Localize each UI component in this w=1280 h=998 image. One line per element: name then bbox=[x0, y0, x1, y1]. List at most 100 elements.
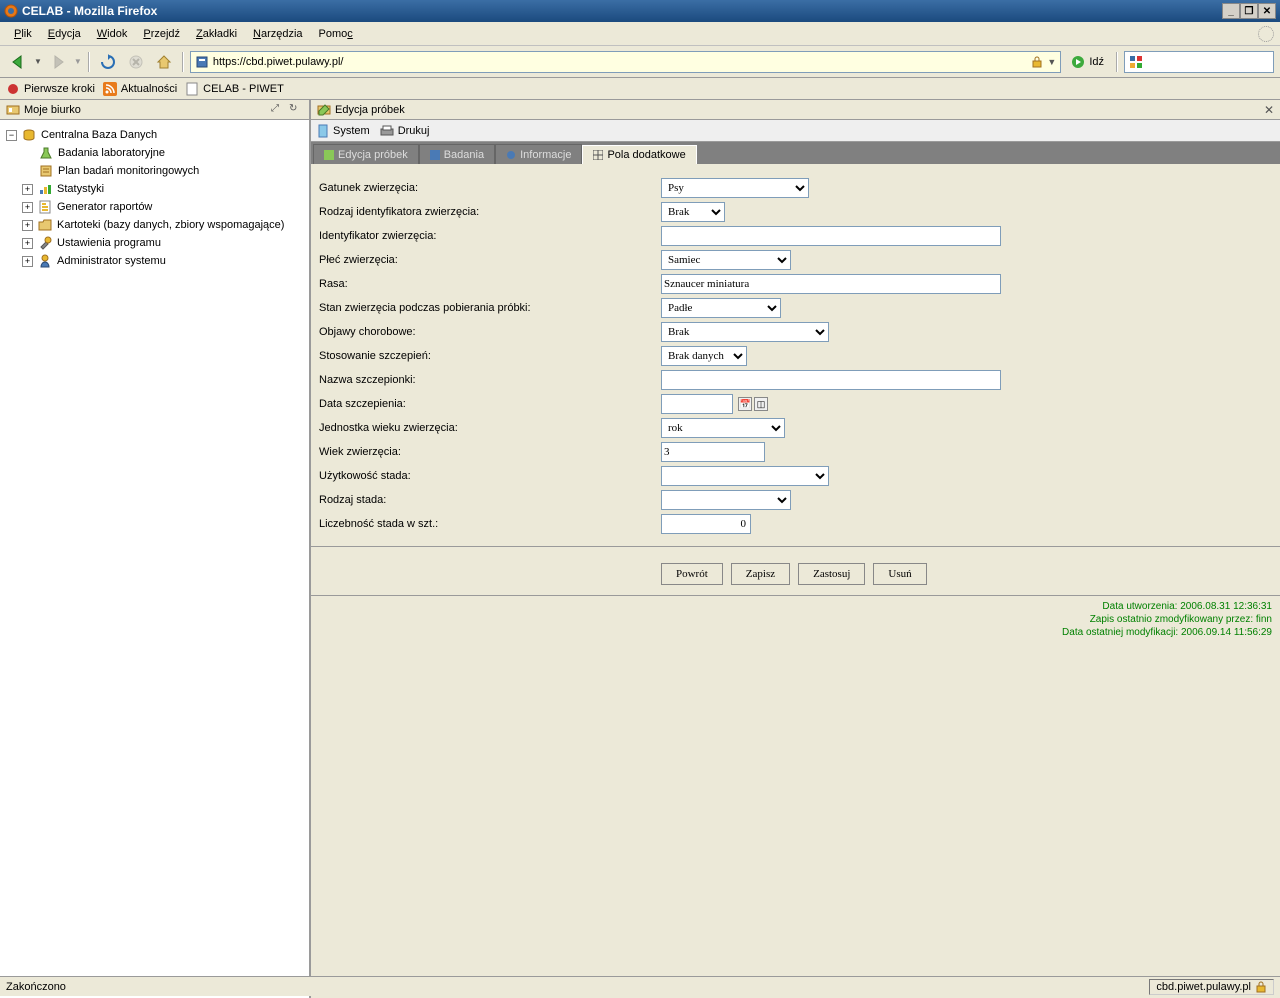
folder-icon bbox=[37, 217, 53, 233]
menu-bookmarks[interactable]: Zakładki bbox=[188, 26, 245, 42]
tree-plan[interactable]: Plan badań monitoringowych bbox=[38, 162, 303, 180]
desk-icon bbox=[6, 103, 20, 117]
search-box[interactable] bbox=[1124, 51, 1274, 73]
tree-badania[interactable]: Badania laboratoryjne bbox=[38, 144, 303, 162]
chart-icon bbox=[37, 181, 53, 197]
label-rodzaj-stada: Rodzaj stada: bbox=[315, 494, 661, 506]
close-window-button[interactable]: ✕ bbox=[1258, 3, 1276, 19]
print-icon bbox=[380, 125, 394, 137]
tree-admin[interactable]: + Administrator systemu bbox=[22, 252, 303, 270]
separator bbox=[311, 546, 1280, 547]
input-identyfikator[interactable] bbox=[661, 226, 1001, 246]
toolbar-print[interactable]: Drukuj bbox=[380, 125, 430, 137]
close-panel-button[interactable]: ✕ bbox=[1264, 103, 1274, 117]
select-szczepien[interactable]: Brak danych bbox=[661, 346, 747, 366]
status-bar: Zakończono cbd.piwet.pulawy.pl bbox=[0, 976, 1280, 996]
tab-edycja[interactable]: Edycja próbek bbox=[313, 144, 419, 164]
expand-icon[interactable]: + bbox=[22, 256, 33, 267]
tab-pola[interactable]: Pola dodatkowe bbox=[582, 145, 696, 165]
stop-button[interactable] bbox=[124, 50, 148, 74]
sidebar-toggle-icon[interactable]: ⤢ bbox=[271, 103, 285, 117]
maximize-button[interactable]: ❐ bbox=[1240, 3, 1258, 19]
menu-edit[interactable]: Edycja bbox=[40, 26, 89, 42]
url-bar[interactable]: ▼ bbox=[190, 51, 1061, 73]
menu-view[interactable]: Widok bbox=[89, 26, 136, 42]
select-rodzaj-stada[interactable] bbox=[661, 490, 791, 510]
expand-icon[interactable]: + bbox=[22, 238, 33, 249]
select-gatunek[interactable]: Psy bbox=[661, 178, 809, 198]
input-data-szcz[interactable] bbox=[661, 394, 733, 414]
toolbar-system[interactable]: System bbox=[317, 124, 370, 138]
calendar-icon[interactable]: ◫ bbox=[754, 397, 768, 411]
lock-icon bbox=[1255, 981, 1267, 993]
tab-badania[interactable]: Badania bbox=[419, 144, 495, 164]
report-icon bbox=[37, 199, 53, 215]
expand-icon[interactable]: + bbox=[22, 220, 33, 231]
sidebar-refresh-icon[interactable]: ↻ bbox=[289, 103, 303, 117]
meta-modified-by: Zapis ostatnio zmodyfikowany przez: finn bbox=[319, 613, 1272, 626]
tab-informacje[interactable]: Informacje bbox=[495, 144, 582, 164]
input-nazwa-szcz[interactable] bbox=[661, 370, 1001, 390]
edit-icon bbox=[317, 103, 331, 117]
back-dropdown[interactable]: ▼ bbox=[34, 57, 42, 66]
url-dropdown[interactable]: ▼ bbox=[1047, 57, 1056, 67]
select-objawy[interactable]: Brak bbox=[661, 322, 829, 342]
url-input[interactable] bbox=[213, 56, 1028, 68]
system-icon bbox=[317, 124, 329, 138]
menu-tools[interactable]: Narzędzia bbox=[245, 26, 311, 42]
collapse-icon[interactable]: − bbox=[6, 130, 17, 141]
content-header: Edycja próbek ✕ bbox=[311, 100, 1280, 120]
label-liczebnosc: Liczebność stada w szt.: bbox=[315, 518, 661, 530]
go-button[interactable]: Idź bbox=[1065, 55, 1110, 69]
tree-statystyki[interactable]: + Statystyki bbox=[22, 180, 303, 198]
forward-button[interactable] bbox=[46, 50, 70, 74]
tree-kartoteki[interactable]: + Kartoteki (bazy danych, zbiory wspomag… bbox=[22, 216, 303, 234]
input-wiek[interactable] bbox=[661, 442, 765, 462]
button-powrot[interactable]: Powrót bbox=[661, 563, 723, 585]
tab-bar: Edycja próbek Badania Informacje Pola do… bbox=[311, 142, 1280, 164]
calendar-popup-icon[interactable]: 📅 bbox=[738, 397, 752, 411]
tree-ustawienia[interactable]: + Ustawienia programu bbox=[22, 234, 303, 252]
label-data-szcz: Data szczepienia: bbox=[315, 398, 661, 410]
tree-generator[interactable]: + Generator raportów bbox=[22, 198, 303, 216]
menu-go[interactable]: Przejdź bbox=[135, 26, 188, 42]
select-jednostka[interactable]: rok bbox=[661, 418, 785, 438]
rss-icon bbox=[103, 82, 117, 96]
bookmark-news[interactable]: Aktualności bbox=[103, 82, 177, 96]
menu-file[interactable]: Plik bbox=[6, 26, 40, 42]
tree-root[interactable]: − Centralna Baza Danych bbox=[6, 126, 303, 144]
lock-icon bbox=[1031, 56, 1043, 68]
label-objawy: Objawy chorobowe: bbox=[315, 326, 661, 338]
expand-icon[interactable]: + bbox=[22, 184, 33, 195]
navigation-toolbar: ▼ ▼ ▼ Idź bbox=[0, 46, 1280, 78]
expand-icon[interactable]: + bbox=[22, 202, 33, 213]
label-identyfikator: Identyfikator zwierzęcia: bbox=[315, 230, 661, 242]
label-gatunek: Gatunek zwierzęcia: bbox=[315, 182, 661, 194]
input-rasa[interactable] bbox=[661, 274, 1001, 294]
select-rodzaj-id[interactable]: Brak bbox=[661, 202, 725, 222]
menu-bar: Plik Edycja Widok Przejdź Zakładki Narzę… bbox=[0, 22, 1280, 46]
button-usun[interactable]: Usuń bbox=[873, 563, 926, 585]
meta-info: Data utworzenia: 2006.08.31 12:36:31 Zap… bbox=[311, 595, 1280, 643]
back-button[interactable] bbox=[6, 50, 30, 74]
content-area: Edycja próbek ✕ System Drukuj Edycja pró… bbox=[311, 100, 1280, 998]
minimize-button[interactable]: _ bbox=[1222, 3, 1240, 19]
tab-icon bbox=[506, 150, 516, 160]
security-indicator[interactable]: cbd.piwet.pulawy.pl bbox=[1149, 979, 1274, 995]
bookmark-first-steps[interactable]: Pierwsze kroki bbox=[6, 82, 95, 96]
home-button[interactable] bbox=[152, 50, 176, 74]
bookmark-celab[interactable]: CELAB - PIWET bbox=[185, 82, 284, 96]
page-icon bbox=[185, 82, 199, 96]
input-liczebnosc[interactable] bbox=[661, 514, 751, 534]
button-zapisz[interactable]: Zapisz bbox=[731, 563, 790, 585]
select-stan[interactable]: Padłe bbox=[661, 298, 781, 318]
content-toolbar: System Drukuj bbox=[311, 120, 1280, 142]
firefox-icon bbox=[4, 4, 18, 18]
button-zastosuj[interactable]: Zastosuj bbox=[798, 563, 865, 585]
forward-dropdown[interactable]: ▼ bbox=[74, 57, 82, 66]
select-uzytkowosc[interactable] bbox=[661, 466, 829, 486]
reload-button[interactable] bbox=[96, 50, 120, 74]
menu-help[interactable]: Pomoc bbox=[311, 26, 361, 42]
label-szczepien: Stosowanie szczepień: bbox=[315, 350, 661, 362]
select-plec[interactable]: Samiec bbox=[661, 250, 791, 270]
